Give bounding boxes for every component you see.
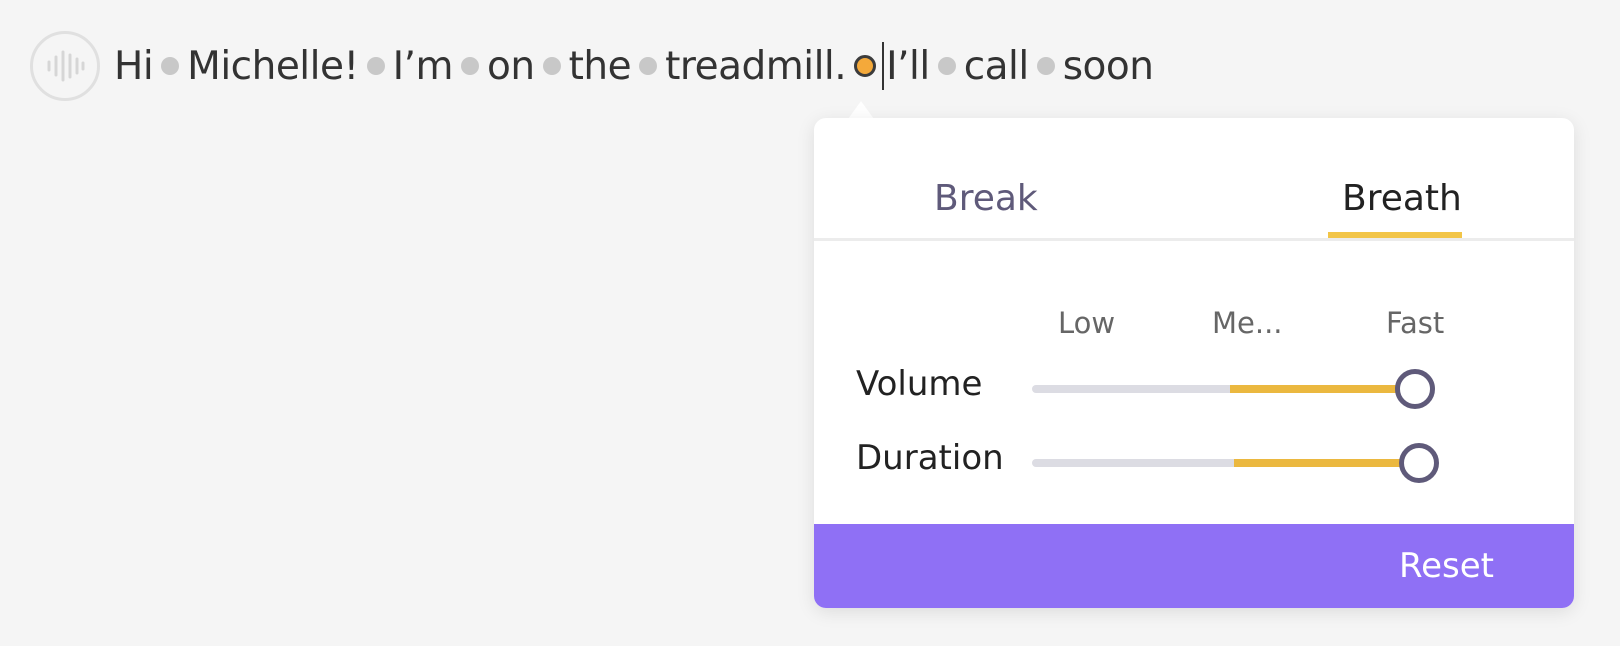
active-pause-dot-icon[interactable] bbox=[854, 55, 877, 77]
popover-arrow bbox=[848, 101, 874, 119]
volume-label: Volume bbox=[856, 364, 983, 404]
duration-slider[interactable] bbox=[1032, 442, 1439, 483]
column-label-medium: Me... bbox=[1212, 306, 1283, 340]
sentence-row: Hi Michelle! I’m on the treadmill. I’ll … bbox=[30, 28, 1154, 104]
pause-dot-icon[interactable] bbox=[366, 57, 385, 75]
pause-dot-icon[interactable] bbox=[542, 57, 561, 75]
column-label-low: Low bbox=[1058, 306, 1116, 340]
word[interactable]: on bbox=[487, 47, 535, 86]
duration-label: Duration bbox=[856, 438, 1004, 478]
slider-thumb[interactable] bbox=[1399, 443, 1439, 483]
word[interactable]: soon bbox=[1063, 47, 1154, 86]
word[interactable]: I’ll bbox=[886, 47, 930, 86]
pause-dot-icon[interactable] bbox=[937, 57, 956, 75]
slider-thumb[interactable] bbox=[1395, 369, 1435, 409]
pause-dot-icon[interactable] bbox=[161, 57, 180, 75]
pause-dot-icon[interactable] bbox=[639, 57, 658, 75]
word[interactable]: the bbox=[569, 47, 632, 86]
word[interactable]: call bbox=[964, 47, 1030, 86]
sentence-editor[interactable]: Hi Michelle! I’m on the treadmill. I’ll … bbox=[114, 42, 1154, 90]
popover-footer: Reset bbox=[814, 524, 1574, 608]
popover-tabs: Break Breath bbox=[814, 118, 1574, 241]
waveform-icon[interactable] bbox=[30, 31, 100, 101]
pause-dot-icon[interactable] bbox=[1036, 57, 1055, 75]
breath-popover: Break Breath Low Me... Fast Volume Durat… bbox=[814, 118, 1574, 608]
volume-slider[interactable] bbox=[1032, 368, 1435, 409]
pause-dot-icon[interactable] bbox=[461, 57, 480, 75]
text-caret bbox=[882, 42, 885, 90]
tab-break[interactable]: Break bbox=[934, 178, 1038, 219]
column-label-fast: Fast bbox=[1386, 306, 1445, 340]
word[interactable]: Hi bbox=[114, 47, 154, 86]
word[interactable]: I’m bbox=[393, 47, 454, 86]
reset-button[interactable]: Reset bbox=[1399, 546, 1494, 586]
slider-fill bbox=[1230, 385, 1410, 393]
active-tab-indicator bbox=[1328, 232, 1462, 238]
word[interactable]: Michelle! bbox=[187, 47, 359, 86]
tab-breath[interactable]: Breath bbox=[1342, 178, 1462, 219]
slider-fill bbox=[1234, 459, 1416, 467]
word[interactable]: treadmill. bbox=[665, 47, 847, 86]
